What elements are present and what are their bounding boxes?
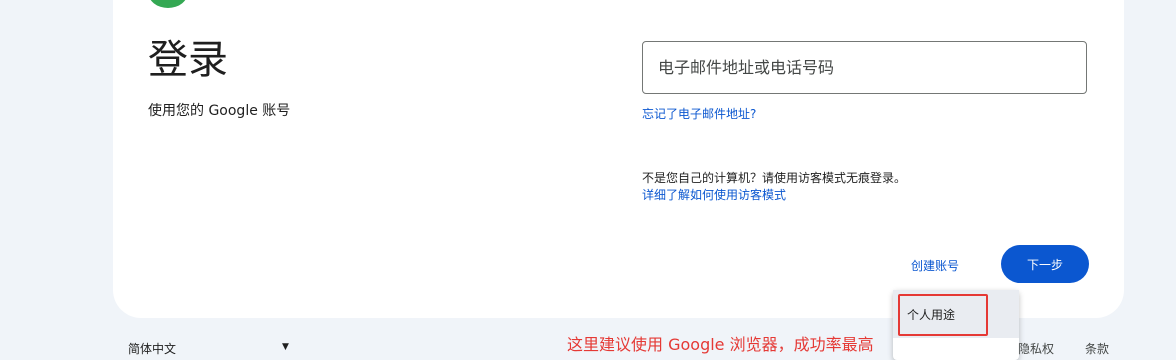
forgot-email-link[interactable]: 忘记了电子邮件地址? — [642, 106, 756, 122]
identifier-input[interactable] — [643, 42, 1086, 93]
language-selector[interactable]: 简体中文 — [128, 340, 176, 357]
annotation-text: 这里建议使用 Google 浏览器，成功率最高 — [567, 335, 874, 354]
terms-link[interactable]: 条款 — [1085, 340, 1109, 357]
guest-notice-text: 不是您自己的计算机？请使用访客模式无痕登录。 — [642, 171, 907, 185]
create-account-button[interactable]: 创建账号 — [894, 247, 976, 283]
learn-guest-mode-link[interactable]: 详细了解如何使用访客模式 — [642, 187, 786, 203]
page-title: 登录 — [148, 37, 228, 83]
next-button[interactable]: 下一步 — [1001, 245, 1089, 283]
privacy-link[interactable]: 隐私权 — [1018, 340, 1054, 357]
annotation-highlight-box — [898, 294, 988, 336]
page-subtitle: 使用您的 Google 账号 — [148, 103, 291, 119]
dropdown-arrow-icon[interactable]: ▼ — [282, 342, 289, 352]
identifier-field[interactable] — [642, 41, 1087, 94]
